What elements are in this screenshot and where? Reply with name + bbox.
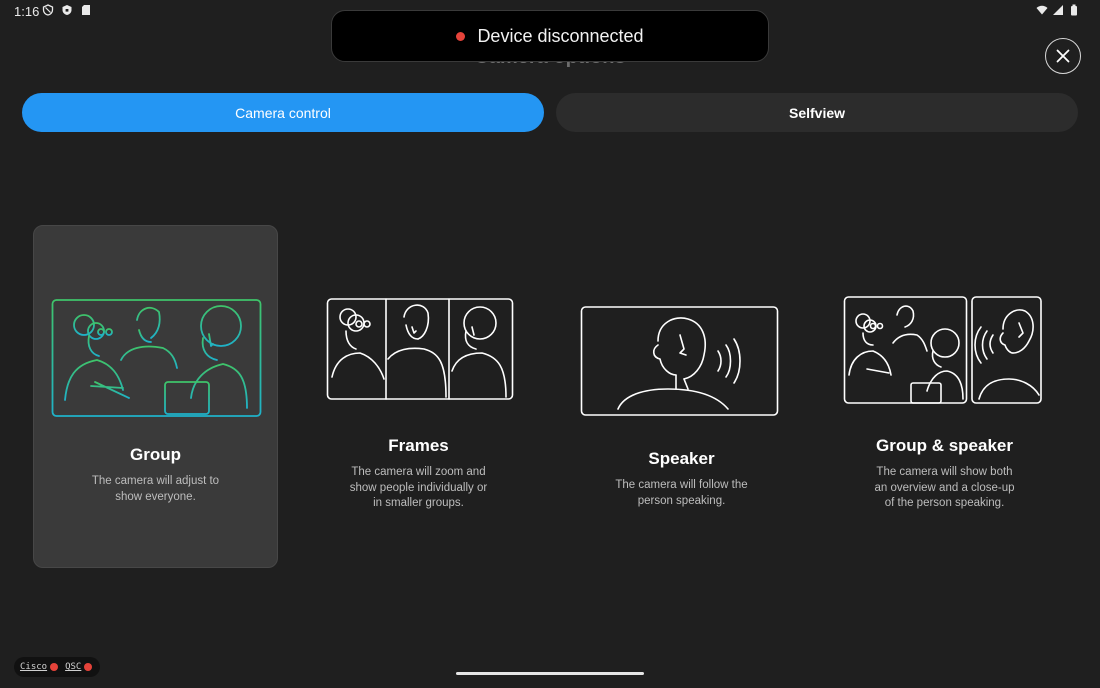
speaker-illustration-icon <box>580 306 779 416</box>
status-icons-right <box>1036 4 1080 16</box>
lock-shield-icon <box>62 5 72 15</box>
option-title: Frames <box>388 436 449 455</box>
connection-debug-chips: Cisco QSC <box>14 657 100 677</box>
option-title: Group <box>130 445 181 464</box>
status-dot-icon <box>50 663 59 671</box>
option-card-group[interactable]: Group The camera will adjust to show eve… <box>33 225 278 568</box>
battery-icon <box>1071 4 1077 16</box>
sd-card-icon <box>82 5 90 15</box>
signal-icon <box>1053 5 1063 15</box>
option-description: The camera will adjust to show everyone. <box>91 475 220 503</box>
option-title: Group & speaker <box>876 436 1013 455</box>
shield-icon <box>42 4 54 16</box>
option-card-group-speaker[interactable]: Group & speaker The camera will show bot… <box>822 225 1067 568</box>
status-time: 1:16 <box>14 4 40 19</box>
wifi-icon <box>1036 5 1048 15</box>
home-indicator[interactable] <box>456 672 644 675</box>
device-disconnected-toast: Device disconnected <box>331 10 769 62</box>
tab-camera-control[interactable]: Camera control <box>22 93 544 132</box>
option-card-speaker[interactable]: Speaker The camera will follow the perso… <box>559 225 804 568</box>
toast-text: Device disconnected <box>477 25 644 46</box>
status-icons-left <box>42 4 92 16</box>
status-dot-icon <box>456 31 466 41</box>
option-description: The camera will follow the person speaki… <box>615 479 748 507</box>
chip-label-qsc[interactable]: QSC <box>65 662 81 672</box>
group-illustration-icon <box>51 299 262 417</box>
frames-illustration-icon <box>326 298 514 400</box>
close-icon <box>1056 49 1070 63</box>
chip-label-cisco[interactable]: Cisco <box>20 662 47 672</box>
option-card-frames[interactable]: Frames The camera will zoom and show peo… <box>296 225 541 568</box>
option-title: Speaker <box>648 449 715 468</box>
option-description: The camera will zoom and show people ind… <box>349 466 488 509</box>
close-button[interactable] <box>1045 38 1081 74</box>
camera-options-screen: 1:16 C <box>0 0 1100 688</box>
group-speaker-illustration-icon <box>843 296 1042 404</box>
tab-selfview[interactable]: Selfview <box>556 93 1078 132</box>
option-description: The camera will show both an overview an… <box>874 466 1015 509</box>
status-dot-icon <box>84 663 93 671</box>
